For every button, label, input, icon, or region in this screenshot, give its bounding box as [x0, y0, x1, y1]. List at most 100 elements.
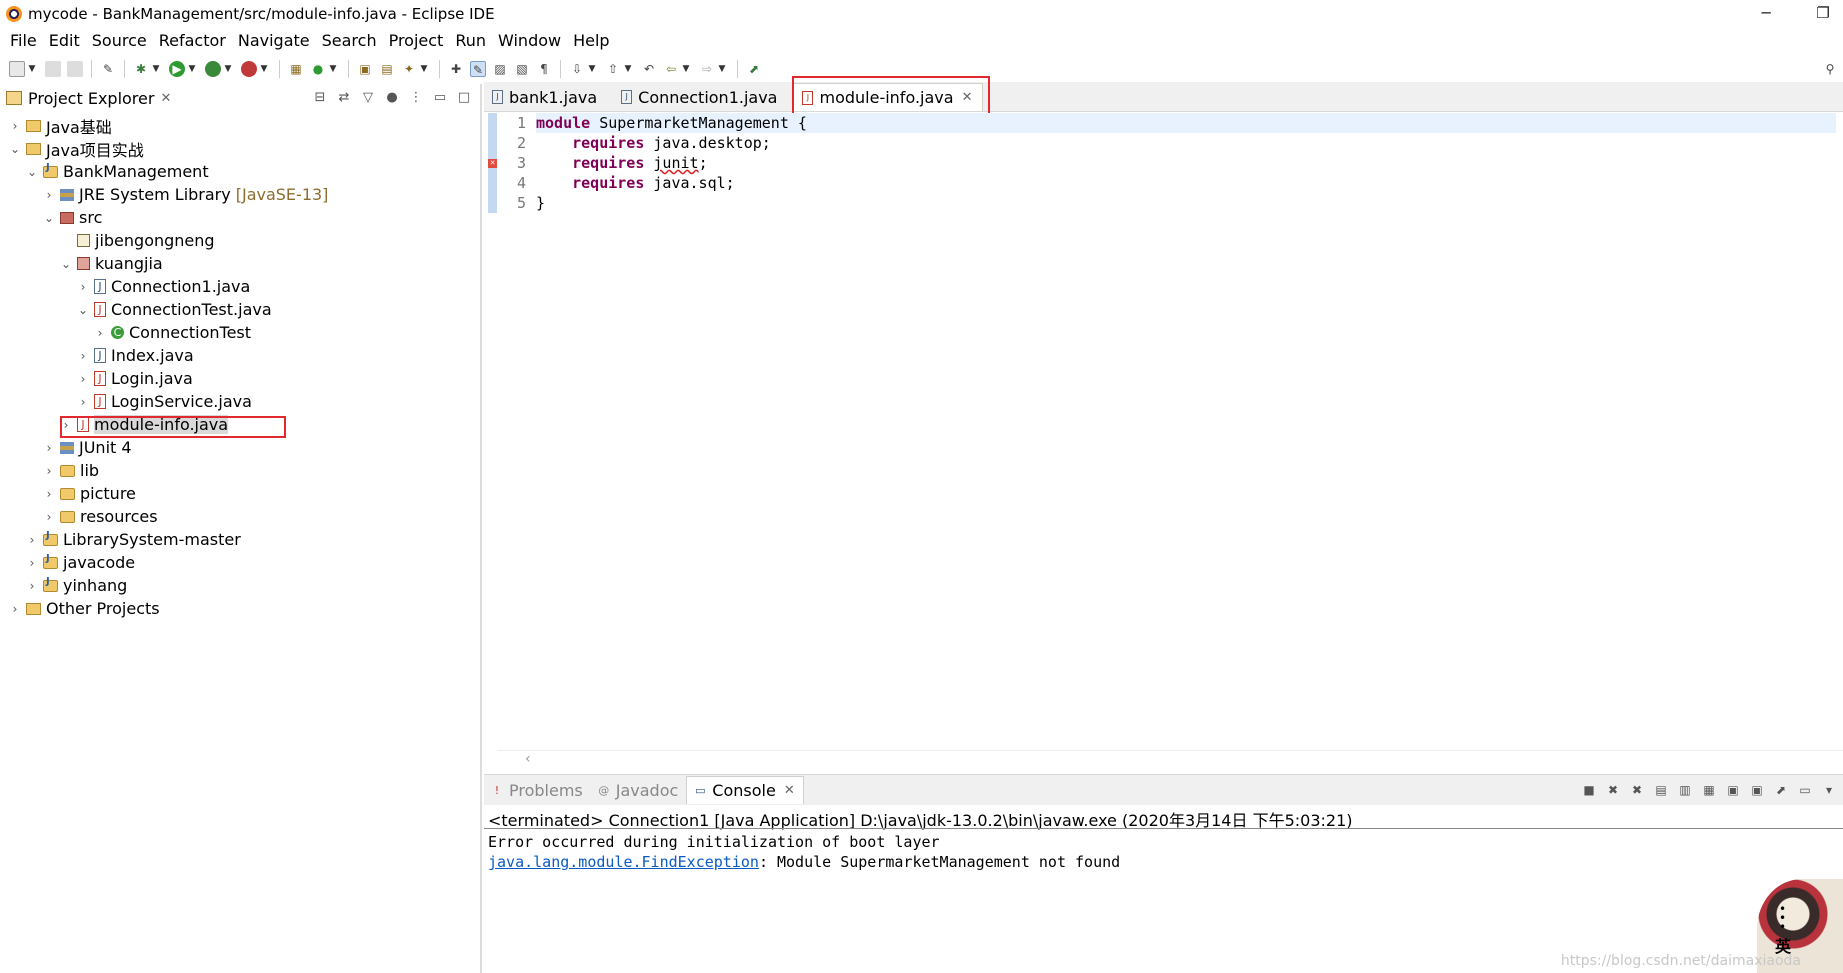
new-class-dropdown-icon[interactable]: ▼: [329, 64, 337, 74]
chevron-right-icon[interactable]: ›: [25, 579, 39, 593]
save-icon[interactable]: [45, 61, 61, 77]
new-java-project-icon[interactable]: ▦: [288, 61, 304, 77]
tree-item[interactable]: › J Connection1.java: [0, 275, 480, 298]
error-marker-icon[interactable]: ✕: [488, 159, 497, 168]
view-menu-icon[interactable]: ⋮: [408, 90, 424, 106]
tree-item[interactable]: › JUnit 4: [0, 436, 480, 459]
tree-item[interactable]: › C ConnectionTest: [0, 321, 480, 344]
tree-item[interactable]: › Other Projects: [0, 597, 480, 620]
chevron-down-icon[interactable]: ⌄: [42, 211, 56, 225]
back-dropdown-icon[interactable]: ▼: [682, 64, 690, 74]
code-editor[interactable]: ✕ 1 2 3 4 5 module SupermarketManagement…: [484, 113, 1843, 745]
run-dropdown-icon[interactable]: ▼: [188, 64, 196, 74]
toggle-ant-icon[interactable]: ✚: [448, 61, 464, 77]
chevron-right-icon[interactable]: ›: [76, 349, 90, 363]
collapse-all-icon[interactable]: ⊟: [312, 90, 328, 106]
remove-launch-icon[interactable]: ✖: [1605, 782, 1621, 798]
new-icon[interactable]: [9, 61, 25, 77]
chevron-right-icon[interactable]: ›: [42, 188, 56, 202]
restore-button[interactable]: ❐: [1803, 2, 1843, 24]
debug-icon[interactable]: ✱: [133, 61, 149, 77]
back-icon[interactable]: ⇦: [663, 61, 679, 77]
skip-breakpoints-icon[interactable]: ✎: [100, 61, 116, 77]
tree-item[interactable]: › resources: [0, 505, 480, 528]
tree-item[interactable]: ⌄ src: [0, 206, 480, 229]
minimize-view-icon[interactable]: ▭: [432, 90, 448, 106]
tree-item[interactable]: › Java基础: [0, 114, 480, 137]
pin-console-icon[interactable]: ⬈: [1773, 782, 1789, 798]
external-tools-icon[interactable]: [241, 61, 257, 77]
chevron-down-icon[interactable]: ⌄: [76, 303, 90, 317]
chevron-right-icon[interactable]: ›: [59, 418, 73, 432]
search-dropdown-icon[interactable]: ▼: [420, 64, 428, 74]
menu-edit[interactable]: Edit: [43, 29, 86, 53]
tree-item[interactable]: › yinhang: [0, 574, 480, 597]
forward-dropdown-icon[interactable]: ▼: [718, 64, 726, 74]
filter-icon[interactable]: ▽: [360, 90, 376, 106]
chevron-right-icon[interactable]: ›: [42, 510, 56, 524]
editor-tab-connection1[interactable]: J Connection1.java: [613, 83, 787, 111]
tree-item[interactable]: ⌄ Java项目实战: [0, 137, 480, 160]
menu-file[interactable]: File: [4, 29, 43, 53]
previous-annotation-icon[interactable]: ⇧: [605, 61, 621, 77]
coverage-dropdown-icon[interactable]: ▼: [224, 64, 232, 74]
minimize-button[interactable]: ─: [1746, 2, 1786, 24]
menu-refactor[interactable]: Refactor: [153, 29, 232, 53]
chevron-right-icon[interactable]: ›: [42, 441, 56, 455]
chevron-down-icon[interactable]: ⌄: [8, 142, 22, 156]
tab-problems[interactable]: ! Problems: [484, 776, 591, 804]
terminate-icon[interactable]: ■: [1581, 782, 1597, 798]
tab-javadoc[interactable]: @ Javadoc: [591, 776, 687, 804]
menu-source[interactable]: Source: [86, 29, 153, 53]
tree-item[interactable]: › lib: [0, 459, 480, 482]
new-dropdown-icon[interactable]: ▼: [28, 64, 36, 74]
menu-run[interactable]: Run: [449, 29, 492, 53]
close-icon[interactable]: ✕: [784, 783, 795, 798]
chevron-down-icon[interactable]: ⌄: [25, 165, 39, 179]
exception-link[interactable]: java.lang.module.FindException: [488, 853, 759, 871]
remove-all-launches-icon[interactable]: ✖: [1629, 782, 1645, 798]
next-annotation-dropdown-icon[interactable]: ▼: [588, 64, 596, 74]
search-toolbar-icon[interactable]: ✦: [401, 61, 417, 77]
code-text[interactable]: module SupermarketManagement { requires …: [536, 113, 1836, 213]
chevron-right-icon[interactable]: ›: [8, 602, 22, 616]
run-icon[interactable]: ▶: [169, 61, 185, 77]
word-wrap-icon[interactable]: ▦: [1701, 782, 1717, 798]
menu-search[interactable]: Search: [316, 29, 383, 53]
new-class-icon[interactable]: ●: [310, 61, 326, 77]
menu-navigate[interactable]: Navigate: [232, 29, 316, 53]
tree-item[interactable]: › JRE System Library [JavaSE-13]: [0, 183, 480, 206]
link-with-editor-icon[interactable]: ⇄: [336, 90, 352, 106]
chevron-right-icon[interactable]: ›: [25, 556, 39, 570]
save-all-icon[interactable]: [67, 61, 83, 77]
external-tools-dropdown-icon[interactable]: ▼: [260, 64, 268, 74]
editor-tab-module-info[interactable]: J module-info.java ✕: [793, 83, 984, 111]
maximize-view-icon[interactable]: □: [456, 90, 472, 106]
last-edit-location-icon[interactable]: ↶: [641, 61, 657, 77]
tree-item[interactable]: › picture: [0, 482, 480, 505]
tree-item[interactable]: › javacode: [0, 551, 480, 574]
toggle-block-selection-icon[interactable]: ▨: [492, 61, 508, 77]
show-console-on-stderr-icon[interactable]: ▣: [1749, 782, 1765, 798]
toggle-mark-occurrences-icon[interactable]: ✎: [470, 61, 486, 77]
show-console-on-stdout-icon[interactable]: ▣: [1725, 782, 1741, 798]
chevron-right-icon[interactable]: ›: [42, 464, 56, 478]
debug-dropdown-icon[interactable]: ▼: [152, 64, 160, 74]
menu-window[interactable]: Window: [492, 29, 567, 53]
tree-item[interactable]: › LibrarySystem-master: [0, 528, 480, 551]
chevron-right-icon[interactable]: ›: [76, 395, 90, 409]
error-token[interactable]: junit: [653, 154, 698, 172]
focus-icon[interactable]: ●: [384, 90, 400, 106]
chevron-right-icon[interactable]: ›: [42, 487, 56, 501]
open-task-icon[interactable]: ▤: [379, 61, 395, 77]
tree-item[interactable]: ⌄ J ConnectionTest.java: [0, 298, 480, 321]
clear-console-icon[interactable]: ▤: [1653, 782, 1669, 798]
coverage-icon[interactable]: [205, 61, 221, 77]
scroll-left-icon[interactable]: ‹: [525, 751, 531, 767]
chevron-right-icon[interactable]: ›: [8, 119, 22, 133]
previous-annotation-dropdown-icon[interactable]: ▼: [624, 64, 632, 74]
close-icon[interactable]: ✕: [160, 91, 171, 106]
tab-console[interactable]: ▭ Console ✕: [686, 776, 804, 804]
chevron-right-icon[interactable]: ›: [25, 533, 39, 547]
tree-item[interactable]: › J Index.java: [0, 344, 480, 367]
